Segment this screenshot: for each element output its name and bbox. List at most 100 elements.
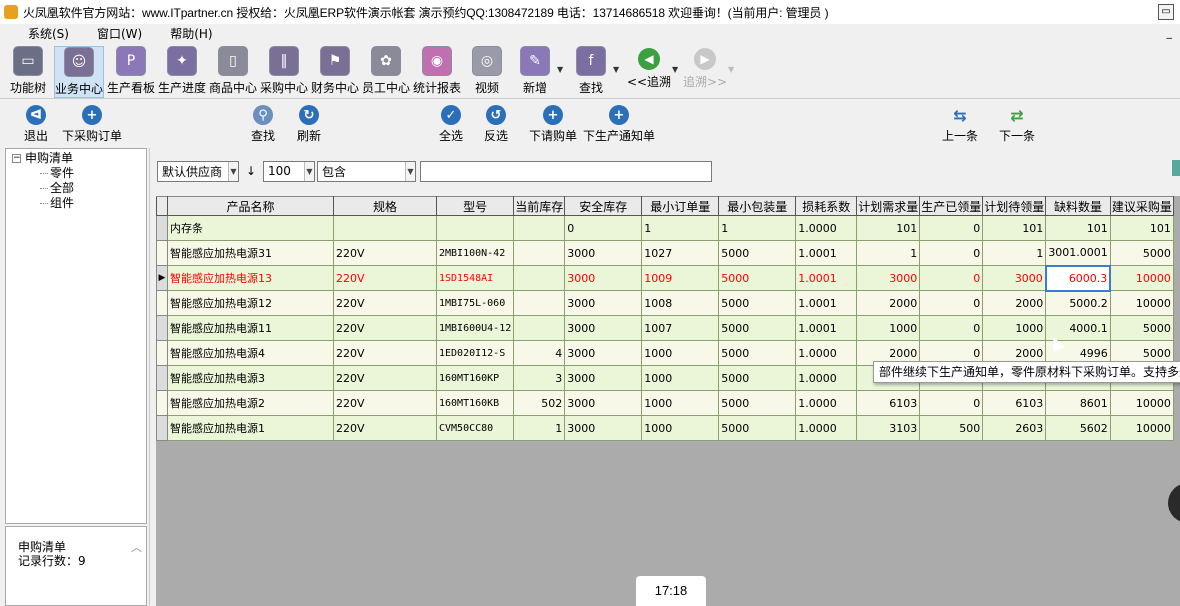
sort-desc-icon[interactable]: ↓: [239, 164, 263, 178]
table-cell[interactable]: 220V: [333, 290, 437, 316]
table-cell[interactable]: 502: [513, 390, 566, 416]
table-cell[interactable]: 1.0001: [795, 315, 858, 341]
table-cell[interactable]: [513, 240, 566, 266]
column-header[interactable]: 最小包装量: [718, 196, 797, 216]
row-indicator[interactable]: ▶: [156, 265, 168, 291]
table-cell[interactable]: 1027: [641, 240, 720, 266]
table-cell[interactable]: 0: [919, 290, 984, 316]
toolbar-reports[interactable]: ◉ 统计报表: [412, 46, 462, 98]
table-cell[interactable]: 1.0000: [795, 215, 858, 241]
toolbar-trace-back[interactable]: ◀ <<追溯: [627, 46, 671, 98]
panel-splitter[interactable]: [149, 148, 155, 606]
table-row[interactable]: 智能感应加热电源2 220V 160MT160KB 502 3000 1000 5000 1.…: [156, 390, 1174, 416]
toolbar-product-center[interactable]: ▯ 商品中心: [208, 46, 258, 98]
toolbar-trace-forward[interactable]: ▶ 追溯>>: [683, 46, 727, 98]
column-header[interactable]: 当前库存: [513, 196, 566, 216]
tree-item-parts[interactable]: 零件: [12, 166, 146, 181]
table-cell[interactable]: 5000: [718, 290, 797, 316]
toolbar-business-center[interactable]: ☺ 业务中心: [54, 46, 104, 98]
table-cell[interactable]: 1008: [641, 290, 720, 316]
purchase-order-button[interactable]: + 下采购订单: [62, 105, 122, 144]
filter-text-input[interactable]: [420, 160, 712, 182]
table-cell[interactable]: 1000: [856, 315, 921, 341]
table-cell[interactable]: [513, 215, 566, 241]
table-cell[interactable]: 1000: [641, 390, 720, 416]
table-cell[interactable]: 220V: [333, 415, 437, 441]
table-cell[interactable]: 2603: [982, 415, 1047, 441]
table-cell[interactable]: 5000: [718, 265, 797, 291]
table-cell[interactable]: 10000: [1109, 390, 1174, 416]
table-cell[interactable]: 智能感应加热电源12: [167, 290, 334, 316]
table-cell[interactable]: 220V: [333, 390, 437, 416]
table-cell[interactable]: 1: [513, 415, 566, 441]
row-indicator[interactable]: [156, 365, 168, 391]
row-indicator[interactable]: [156, 415, 168, 441]
export-icon[interactable]: [1172, 160, 1180, 176]
toolbar-video[interactable]: ◎ 视频: [470, 46, 504, 98]
toolbar-production-progress[interactable]: ✦ 生产进度: [157, 46, 207, 98]
table-cell[interactable]: 智能感应加热电源2: [167, 390, 334, 416]
trace-forward-dropdown-icon[interactable]: ▼: [728, 65, 734, 74]
table-cell[interactable]: 智能感应加热电源1: [167, 415, 334, 441]
table-cell[interactable]: 6103: [982, 390, 1047, 416]
table-cell[interactable]: 3000: [564, 415, 643, 441]
minimize-button[interactable]: ▭: [1158, 4, 1174, 20]
table-cell[interactable]: 1.0001: [795, 240, 858, 266]
table-cell[interactable]: 3000: [564, 340, 643, 366]
table-cell[interactable]: 3000: [564, 265, 643, 291]
toolbar-find[interactable]: f 查找: [574, 46, 608, 98]
table-cell[interactable]: 2MBI100N-42: [435, 240, 515, 266]
table-cell[interactable]: 1: [641, 215, 720, 241]
table-cell[interactable]: 6103: [856, 390, 921, 416]
invert-selection-button[interactable]: ↺ 反选: [484, 105, 508, 144]
table-cell[interactable]: 220V: [333, 365, 437, 391]
table-cell[interactable]: 1: [718, 215, 797, 241]
table-cell[interactable]: 智能感应加热电源13: [167, 265, 334, 291]
table-cell[interactable]: 1000: [641, 340, 720, 366]
table-cell[interactable]: 5000: [718, 415, 797, 441]
table-cell[interactable]: 0: [919, 390, 984, 416]
table-cell[interactable]: 6000.3: [1044, 264, 1112, 292]
table-cell[interactable]: 5000.2: [1045, 290, 1111, 316]
table-cell[interactable]: 内存条: [167, 215, 334, 241]
table-row[interactable]: 智能感应加热电源31 220V 2MBI100N-42 3000 1027 5000 1.0…: [156, 240, 1174, 266]
row-indicator[interactable]: [156, 215, 168, 241]
table-cell[interactable]: 1.0001: [795, 265, 858, 291]
table-cell[interactable]: 5000: [1109, 315, 1174, 341]
table-cell[interactable]: 5000: [718, 365, 797, 391]
chevron-up-icon[interactable]: ︿: [131, 541, 142, 555]
table-cell[interactable]: 101: [982, 215, 1047, 241]
table-row[interactable]: 智能感应加热电源12 220V 1MBI75L-060 3000 1008 5000 1.0…: [156, 290, 1174, 316]
row-indicator[interactable]: [156, 340, 168, 366]
table-cell[interactable]: 160MT160KB: [435, 390, 515, 416]
table-cell[interactable]: 1000: [641, 365, 720, 391]
table-cell[interactable]: 3000: [564, 390, 643, 416]
table-cell[interactable]: 3000: [564, 240, 643, 266]
table-cell[interactable]: 3000: [564, 290, 643, 316]
column-header[interactable]: 产品名称: [167, 196, 334, 216]
table-cell[interactable]: 101: [1109, 215, 1174, 241]
table-cell[interactable]: 智能感应加热电源3: [167, 365, 334, 391]
table-cell[interactable]: [513, 290, 566, 316]
table-cell[interactable]: 220V: [333, 265, 437, 291]
table-cell[interactable]: 1: [982, 240, 1047, 266]
table-cell[interactable]: 智能感应加热电源11: [167, 315, 334, 341]
table-cell[interactable]: 4: [513, 340, 566, 366]
toolbar-add[interactable]: ✎ 新增: [518, 46, 552, 98]
table-cell[interactable]: 智能感应加热电源31: [167, 240, 334, 266]
column-header[interactable]: 生产已领量: [919, 196, 984, 216]
tree-item-components[interactable]: 组件: [12, 196, 146, 211]
match-mode-select[interactable]: 包含 ▼: [317, 160, 416, 182]
table-cell[interactable]: 3103: [856, 415, 921, 441]
table-cell[interactable]: 0: [919, 265, 984, 291]
table-cell[interactable]: 3: [513, 365, 566, 391]
table-cell[interactable]: 1: [856, 240, 921, 266]
table-cell[interactable]: 2000: [856, 290, 921, 316]
find-dropdown-icon[interactable]: ▼: [613, 65, 619, 74]
table-cell[interactable]: 160MT160KP: [435, 365, 515, 391]
refresh-button[interactable]: ↻ 刷新: [297, 105, 321, 144]
table-cell[interactable]: 220V: [333, 315, 437, 341]
table-cell[interactable]: 5000: [718, 240, 797, 266]
toolbar-production-board[interactable]: P 生产看板: [106, 46, 156, 98]
table-row[interactable]: 内存条 0 1 1 1.0000 101 0 101 101 101: [156, 215, 1174, 241]
